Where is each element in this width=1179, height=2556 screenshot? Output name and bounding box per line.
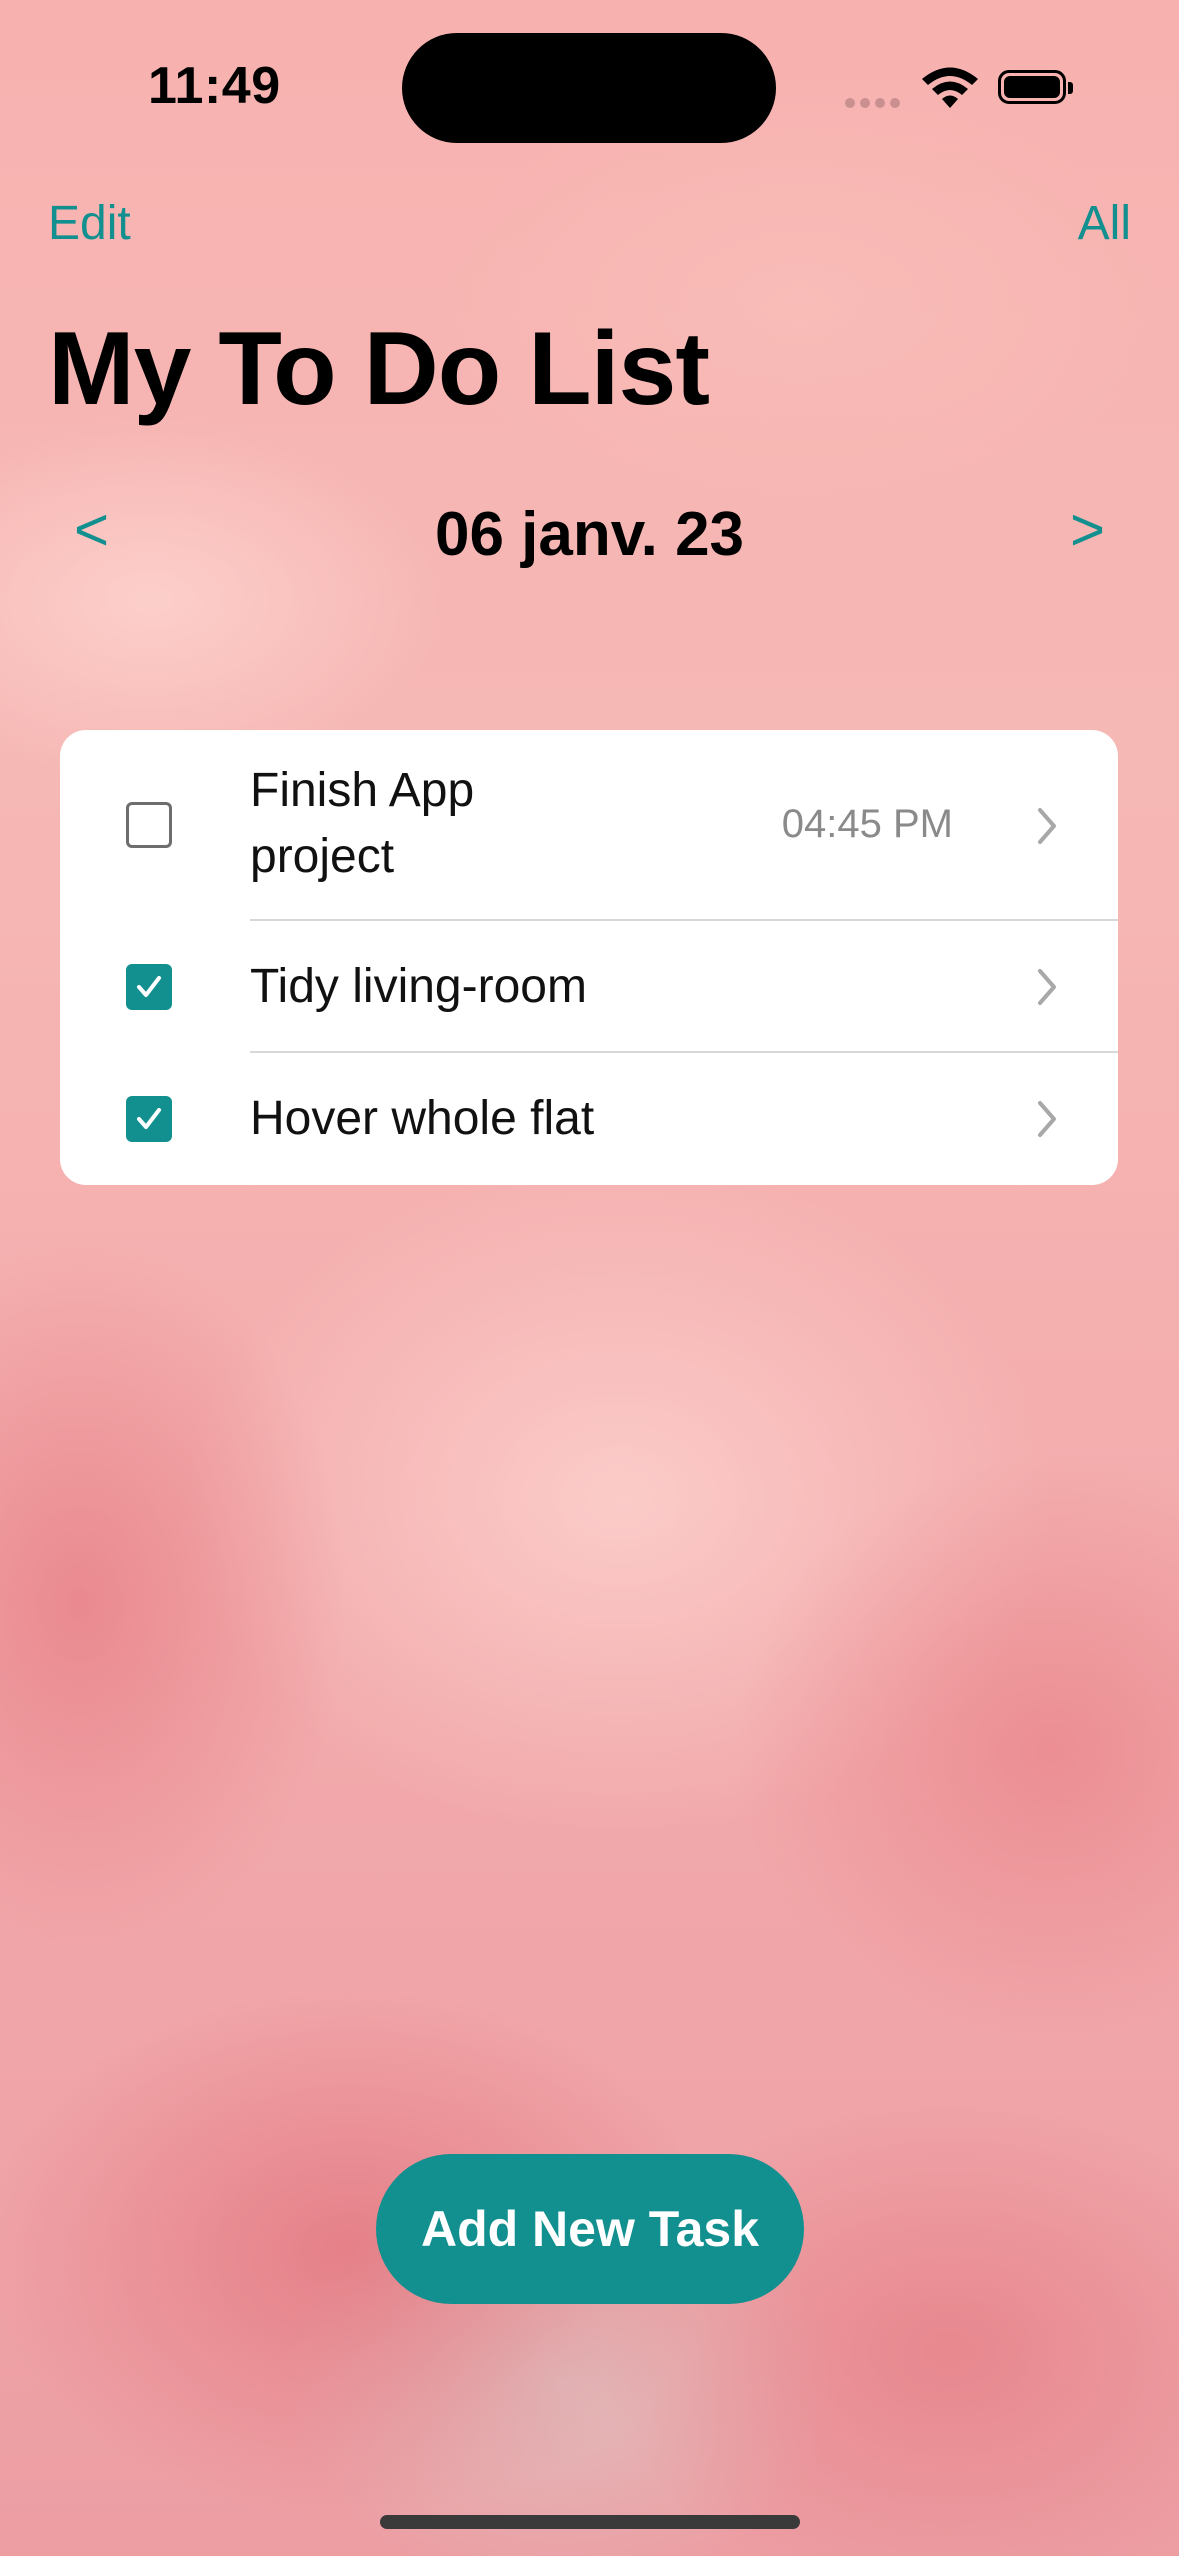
task-row[interactable]: Finish App project 04:45 PM: [60, 730, 1118, 921]
wifi-icon: [922, 67, 978, 108]
cellular-signal-icon: [845, 95, 905, 113]
add-new-task-button[interactable]: Add New Task: [376, 2154, 804, 2304]
battery-icon: [998, 70, 1073, 104]
task-title: Tidy living-room: [250, 960, 587, 1013]
all-filter-button[interactable]: All: [1078, 196, 1131, 251]
edit-button[interactable]: Edit: [48, 196, 131, 251]
checkmark-icon: [137, 976, 161, 997]
task-list: Finish App project 04:45 PM Tidy living-…: [60, 730, 1118, 1185]
chevron-right-icon: [1038, 1101, 1056, 1137]
task-row[interactable]: Tidy living-room: [60, 921, 1118, 1053]
checkbox-icon[interactable]: [126, 964, 172, 1010]
checkbox-icon[interactable]: [126, 802, 172, 848]
dynamic-island: [402, 33, 776, 143]
task-row[interactable]: Hover whole flat: [60, 1053, 1118, 1185]
status-time: 11:49: [148, 57, 281, 115]
task-time: 04:45 PM: [781, 802, 953, 846]
chevron-right-icon: [1038, 808, 1056, 844]
task-title: Finish App project: [250, 764, 475, 883]
status-bar: 11:49: [0, 0, 1179, 150]
task-title: Hover whole flat: [250, 1092, 595, 1145]
next-day-button[interactable]: >: [1070, 495, 1105, 564]
home-indicator: [380, 2515, 800, 2529]
current-date: 06 janv. 23: [434, 500, 745, 569]
chevron-right-icon: [1038, 969, 1056, 1005]
page-title: My To Do List: [48, 311, 710, 427]
checkbox-icon[interactable]: [126, 1096, 172, 1142]
checkmark-icon: [137, 1108, 161, 1129]
date-navigator: < 06 janv. 23 >: [0, 495, 1179, 585]
